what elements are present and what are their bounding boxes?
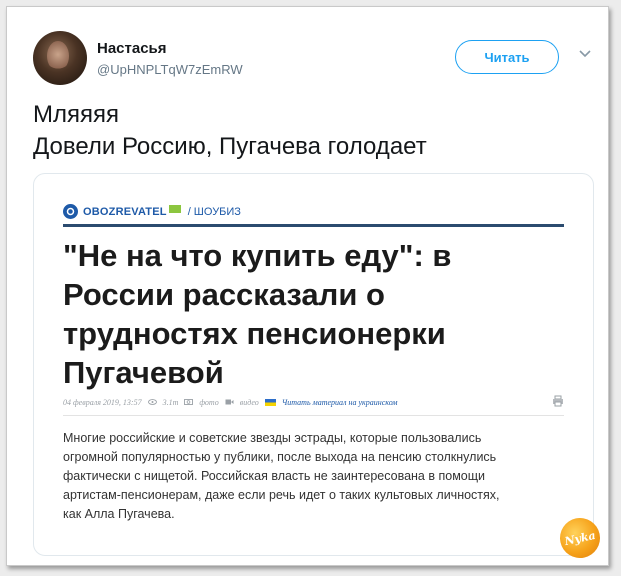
- section-label[interactable]: / ШОУБИЗ: [188, 206, 241, 218]
- headline-line: Пугачевой: [63, 355, 224, 390]
- source-row: OBOZREVATEL / ШОУБИЗ: [63, 204, 241, 219]
- follow-button[interactable]: Читать: [455, 40, 559, 74]
- body-line: Многие российские и советские звезды эст…: [63, 431, 482, 445]
- article-date: 04 февраля 2019, 13:57: [63, 397, 142, 407]
- watermark-text: Nyka: [563, 528, 597, 548]
- translate-link[interactable]: Читать материал на украинском: [282, 398, 398, 407]
- tweet-card: Настасья @UpHNPLTqW7zEmRW Читать Мляяяя …: [6, 6, 609, 566]
- eye-icon: [147, 398, 157, 407]
- tweet-text: Мляяяя Довели Россию, Пугачева голодает: [33, 99, 593, 163]
- headline-line: трудностях пенсионерки: [63, 316, 446, 351]
- tweet-text-line: Довели Россию, Пугачева голодает: [33, 133, 427, 160]
- meta-divider: [63, 415, 564, 416]
- logo-tag-icon: [168, 204, 181, 213]
- views-count: 3.1т: [162, 397, 179, 407]
- video-label: видео: [239, 397, 259, 407]
- ukraine-flag-icon: [264, 398, 276, 406]
- body-line: артистам-пенсионерам, даже если речь иде…: [63, 488, 500, 502]
- photo-label: фото: [199, 397, 219, 407]
- source-logo[interactable]: OBOZREVATEL: [83, 206, 167, 218]
- author-name[interactable]: Настасья: [97, 40, 167, 57]
- chevron-down-icon[interactable]: [577, 47, 593, 61]
- author-handle[interactable]: @UpHNPLTqW7zEmRW: [97, 62, 243, 77]
- body-line: фактически с нищетой. Российская власть …: [63, 469, 486, 483]
- video-icon: [225, 398, 234, 407]
- body-line: огромной популярностью у публики, после …: [63, 450, 497, 464]
- avatar[interactable]: [33, 31, 87, 85]
- article-lead: Многие российские и советские звезды эст…: [63, 429, 573, 524]
- body-line: как Алла Пугачева.: [63, 507, 175, 521]
- print-icon[interactable]: [552, 395, 564, 409]
- article-card[interactable]: OBOZREVATEL / ШОУБИЗ "Не на что купить е…: [33, 173, 594, 556]
- article-headline[interactable]: "Не на что купить еду": в России рассказ…: [63, 236, 568, 392]
- obozrevatel-logo-icon: [63, 204, 78, 219]
- article-meta: 04 февраля 2019, 13:57 3.1т фото видео Ч…: [63, 395, 564, 409]
- tweet-text-line: Мляяяя: [33, 101, 119, 128]
- headline-line: "Не на что купить еду": в: [63, 238, 452, 273]
- camera-icon: [184, 398, 194, 407]
- headline-line: России рассказали о: [63, 277, 385, 312]
- headline-divider: [63, 224, 564, 227]
